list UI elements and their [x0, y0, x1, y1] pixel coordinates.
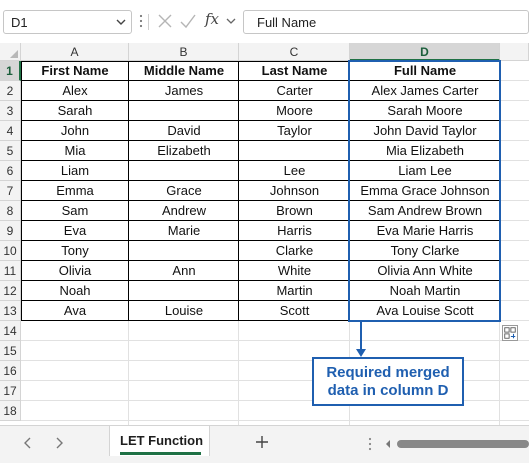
- table-cell[interactable]: Elizabeth: [129, 141, 239, 161]
- table-cell[interactable]: Alex: [21, 81, 129, 101]
- table-cell[interactable]: Moore: [239, 101, 350, 121]
- table-cell[interactable]: [239, 141, 350, 161]
- column-header-a[interactable]: A: [21, 43, 129, 61]
- table-cell[interactable]: Harris: [239, 221, 350, 241]
- active-tab-underline: [120, 452, 201, 455]
- chevron-down-icon[interactable]: [115, 15, 127, 29]
- table-cell[interactable]: Louise: [129, 301, 239, 321]
- table-cell[interactable]: Taylor: [239, 121, 350, 141]
- scroll-left-icon[interactable]: [21, 435, 35, 451]
- more-options-icon[interactable]: [139, 13, 143, 29]
- table-header-cell[interactable]: Last Name: [239, 61, 350, 81]
- table-cell[interactable]: [129, 101, 239, 121]
- table-cell[interactable]: Mia: [21, 141, 129, 161]
- sheet-tab-label: LET Function: [120, 433, 204, 448]
- table-cell[interactable]: Marie: [129, 221, 239, 241]
- row-header-14[interactable]: 14: [0, 321, 21, 341]
- insert-function-icon[interactable]: fx: [205, 10, 219, 28]
- callout-line-2: data in column D: [327, 382, 449, 399]
- table-cell[interactable]: Clarke: [239, 241, 350, 261]
- table-cell[interactable]: Ann: [129, 261, 239, 281]
- table-cell[interactable]: White: [239, 261, 350, 281]
- row-header-13[interactable]: 13: [0, 301, 21, 321]
- table-cell[interactable]: James: [129, 81, 239, 101]
- table-cell[interactable]: Lee: [239, 161, 350, 181]
- row-header-3[interactable]: 3: [0, 101, 21, 121]
- table-cell[interactable]: Scott: [239, 301, 350, 321]
- table-cell[interactable]: Johnson: [239, 181, 350, 201]
- row-header-1[interactable]: 1: [0, 61, 21, 81]
- row-header-12[interactable]: 12: [0, 281, 21, 301]
- column-header-extra[interactable]: [500, 43, 529, 61]
- name-box-value: D1: [11, 15, 28, 30]
- table-cell[interactable]: Sarah: [21, 101, 129, 121]
- row-header-4[interactable]: 4: [0, 121, 21, 141]
- table-cell[interactable]: Sam: [21, 201, 129, 221]
- formula-value: Full Name: [257, 15, 317, 30]
- corner-triangle-icon: [10, 50, 18, 58]
- table-border: [21, 61, 22, 321]
- confirm-icon[interactable]: [180, 12, 196, 30]
- row-header-10[interactable]: 10: [0, 241, 21, 261]
- row-header-8[interactable]: 8: [0, 201, 21, 221]
- cancel-icon[interactable]: [157, 12, 173, 30]
- gridline-horizontal: [21, 420, 529, 421]
- table-cell[interactable]: John: [21, 121, 129, 141]
- row-header-17[interactable]: 17: [0, 381, 21, 401]
- table-cell[interactable]: Eva: [21, 221, 129, 241]
- table-cell[interactable]: Ava: [21, 301, 129, 321]
- row-header-18[interactable]: 18: [0, 401, 21, 421]
- annotation-callout: Required merged data in column D: [312, 357, 464, 406]
- table-cell[interactable]: Olivia: [21, 261, 129, 281]
- table-cell[interactable]: David: [129, 121, 239, 141]
- column-header-c[interactable]: C: [239, 43, 350, 61]
- horizontal-scrollbar[interactable]: [383, 437, 529, 451]
- table-border: [238, 61, 239, 321]
- table-cell[interactable]: [129, 241, 239, 261]
- name-box[interactable]: D1: [3, 10, 132, 34]
- formula-input[interactable]: Full Name: [243, 10, 529, 34]
- row-header-6[interactable]: 6: [0, 161, 21, 181]
- table-cell[interactable]: Andrew: [129, 201, 239, 221]
- column-header-d[interactable]: D: [350, 43, 500, 61]
- formula-bar: D1 fx Full Name: [0, 0, 529, 43]
- formula-bar-separator: [148, 14, 149, 30]
- table-header-cell[interactable]: First Name: [21, 61, 129, 81]
- table-cell[interactable]: Noah: [21, 281, 129, 301]
- fx-chevron-icon[interactable]: [226, 15, 236, 27]
- row-header-9[interactable]: 9: [0, 221, 21, 241]
- row-header-11[interactable]: 11: [0, 261, 21, 281]
- scroll-right-icon[interactable]: [52, 435, 66, 451]
- table-cell[interactable]: Carter: [239, 81, 350, 101]
- quick-analysis-icon[interactable]: [502, 325, 518, 341]
- select-all-corner[interactable]: [0, 43, 21, 61]
- add-sheet-icon[interactable]: [253, 433, 271, 451]
- callout-arrow: [356, 322, 366, 357]
- row-header-2[interactable]: 2: [0, 81, 21, 101]
- row-header-7[interactable]: 7: [0, 181, 21, 201]
- gridline-horizontal: [21, 340, 529, 341]
- column-header-b[interactable]: B: [129, 43, 239, 61]
- table-cell[interactable]: [129, 161, 239, 181]
- row-header-15[interactable]: 15: [0, 341, 21, 361]
- row-header-5[interactable]: 5: [0, 141, 21, 161]
- table-cell[interactable]: Brown: [239, 201, 350, 221]
- row-header-16[interactable]: 16: [0, 361, 21, 381]
- table-header-cell[interactable]: Middle Name: [129, 61, 239, 81]
- selection-range: [348, 60, 501, 322]
- callout-line-1: Required merged: [326, 364, 450, 381]
- table-cell[interactable]: Emma: [21, 181, 129, 201]
- table-cell[interactable]: Martin: [239, 281, 350, 301]
- more-sheets-icon[interactable]: [368, 437, 372, 451]
- sheet-tab-let-function[interactable]: LET Function: [109, 426, 210, 456]
- table-cell[interactable]: Grace: [129, 181, 239, 201]
- sheet-tab-bar: LET Function: [0, 425, 529, 463]
- table-cell[interactable]: [129, 281, 239, 301]
- table-cell[interactable]: Tony: [21, 241, 129, 261]
- table-cell[interactable]: Liam: [21, 161, 129, 181]
- table-border: [128, 61, 129, 321]
